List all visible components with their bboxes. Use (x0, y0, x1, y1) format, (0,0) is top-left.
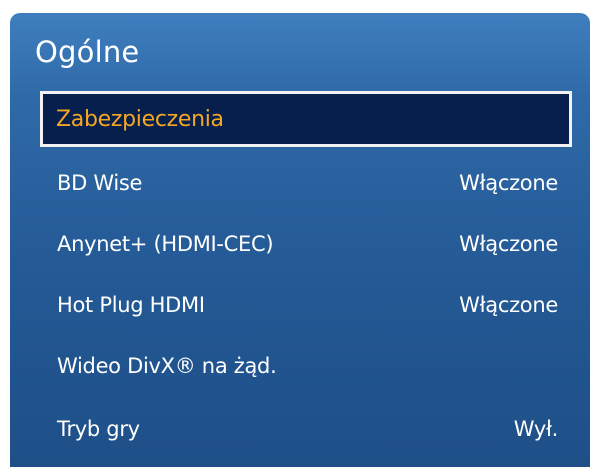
menu-item-value: Włączone (459, 293, 558, 317)
menu-item-zabezpieczenia[interactable]: Zabezpieczenia (40, 91, 572, 147)
menu-item-hot-plug-hdmi[interactable]: Hot Plug HDMI Włączone (40, 275, 570, 335)
menu-item-label: Tryb gry (57, 417, 140, 441)
menu-title: Ogólne (35, 35, 140, 69)
menu-item-label: Hot Plug HDMI (57, 293, 205, 317)
menu-item-label: Zabezpieczenia (56, 106, 224, 132)
menu-item-label: Anynet+ (HDMI-CEC) (57, 232, 274, 256)
menu-item-anynet[interactable]: Anynet+ (HDMI-CEC) Włączone (40, 214, 570, 274)
menu-item-label: BD Wise (57, 171, 143, 195)
menu-item-value: Wył. (513, 417, 559, 441)
menu-item-divx-vod[interactable]: Wideo DivX® na żąd. (40, 336, 570, 396)
menu-item-bd-wise[interactable]: BD Wise Włączone (40, 153, 570, 213)
settings-panel: Ogólne Zabezpieczenia BD Wise Włączone A… (10, 13, 590, 467)
menu-item-value: Włączone (459, 232, 558, 256)
menu-item-label: Wideo DivX® na żąd. (57, 354, 277, 378)
menu-item-value: Włączone (459, 171, 558, 195)
menu-item-tryb-gry[interactable]: Tryb gry Wył. (40, 399, 570, 459)
